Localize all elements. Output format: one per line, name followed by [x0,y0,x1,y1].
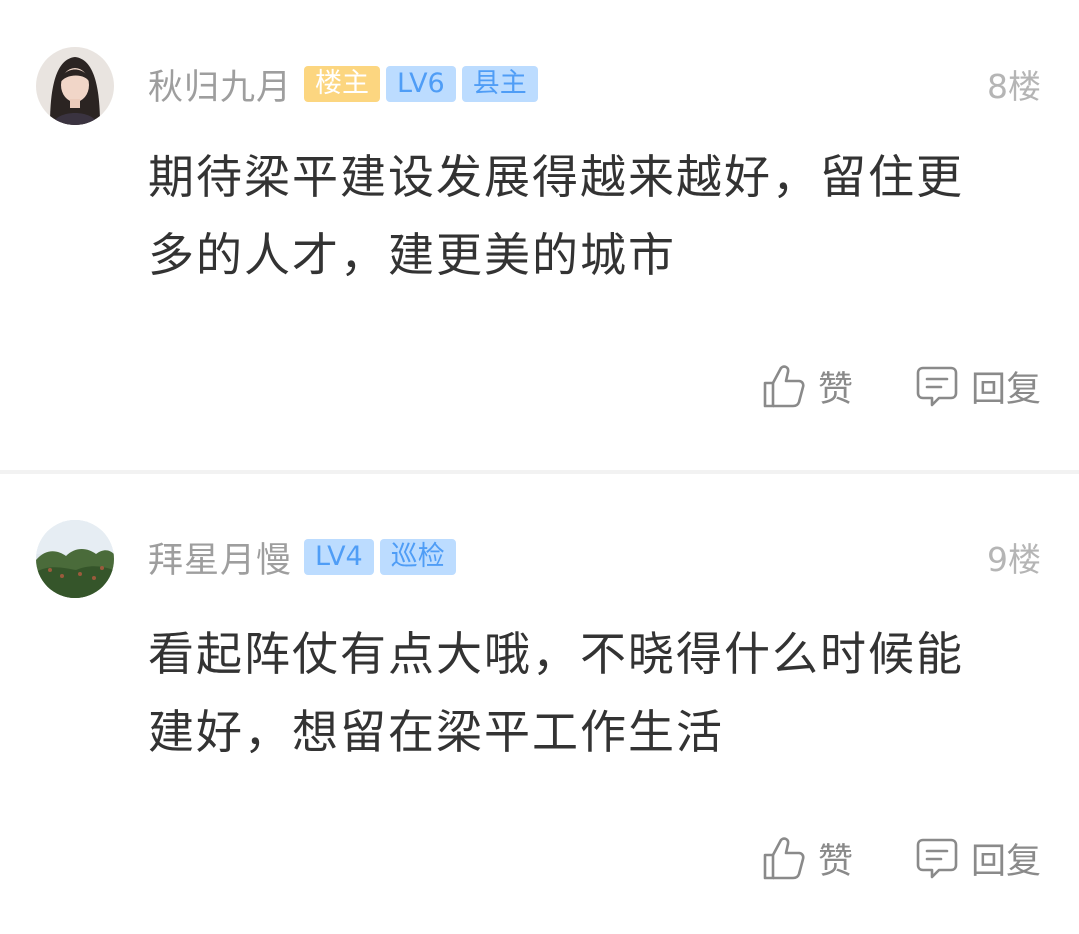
like-button[interactable]: 赞 [762,833,853,884]
comment-bubble-icon [916,366,958,407]
floor-number: 8楼 [987,67,1041,106]
woman-portrait-avatar [36,47,114,125]
title-badge: 巡检 [379,539,456,575]
thumbs-up-icon [763,837,805,880]
title-badge: 县主 [461,66,538,102]
comment-actions: 赞 回复 [762,358,1041,414]
avatar[interactable] [36,47,114,125]
comment-text: 看起阵仗有点大哦，不晓得什么时候能建好，想留在梁平工作生活 [148,627,964,759]
landscape-trees-avatar [36,520,114,598]
username[interactable]: 秋归九月 [148,59,292,110]
comment-text: 期待梁平建设发展得越来越好，留住更多的人才，建更美的城市 [148,150,964,282]
reply-label: 回复 [970,369,1041,410]
username[interactable]: 拜星月慢 [148,532,292,583]
like-label: 赞 [817,369,853,410]
comment-header: 秋归九月 楼主 LV6 县主 8楼 [148,64,1041,108]
reply-label: 回复 [970,841,1041,882]
level-badge: LV4 [304,539,374,575]
thumbs-up-icon [763,365,805,408]
reply-button[interactable]: 回复 [915,361,1041,412]
comment-item: 拜星月慢 LV4 巡检 9楼 看起阵仗有点大哦，不晓得什么时候能建好，想留在梁平… [0,474,1079,934]
like-label: 赞 [817,841,853,882]
comment-header: 拜星月慢 LV4 巡检 9楼 [148,537,1041,581]
owner-badge: 楼主 [304,66,381,102]
level-badge: LV6 [386,66,456,102]
avatar[interactable] [36,520,114,598]
floor-number: 9楼 [987,540,1041,579]
comment-bubble-icon [916,838,958,879]
comment-item: 秋归九月 楼主 LV6 县主 8楼 期待梁平建设发展得越来越好，留住更多的人才，… [0,0,1079,470]
reply-button[interactable]: 回复 [915,833,1041,884]
comment-actions: 赞 回复 [762,830,1041,886]
like-button[interactable]: 赞 [762,361,853,412]
